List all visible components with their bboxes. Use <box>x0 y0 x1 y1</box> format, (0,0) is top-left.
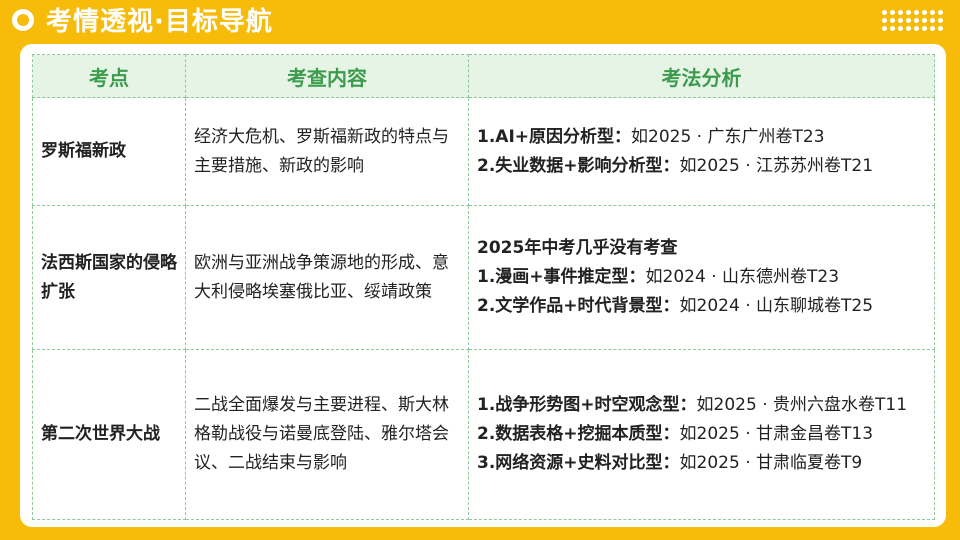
page-title: 考情透视·目标导航 <box>46 7 273 37</box>
header-content: 考查内容 <box>185 54 469 98</box>
analysis-example: 如2024 · 山东聊城卷T25 <box>679 296 874 316</box>
exam-table: 考点 考查内容 考法分析 罗斯福新政 经济大危机、罗斯福新政的特点与主要措施、新… <box>32 54 935 520</box>
analysis-note: 2025年中考几乎没有考查 <box>477 238 678 258</box>
analysis-item: 2.失业数据+影响分析型：如2025 · 江苏苏州卷T21 <box>477 152 926 181</box>
analysis-type: 3.网络资源+史料对比型： <box>477 453 680 473</box>
circle-icon <box>12 9 34 31</box>
analysis-type: 2.文学作品+时代背景型： <box>477 296 680 316</box>
header-analysis: 考法分析 <box>468 54 935 98</box>
row-content: 欧洲与亚洲战争策源地的形成、意大利侵略埃塞俄比亚、绥靖政策 <box>185 205 469 350</box>
analysis-type: 2.数据表格+挖掘本质型： <box>477 424 680 444</box>
analysis-example: 如2025 · 贵州六盘水卷T11 <box>696 395 908 415</box>
analysis-item: 1.AI+原因分析型：如2025 · 广东广州卷T23 <box>477 123 926 152</box>
row-analysis: 1.AI+原因分析型：如2025 · 广东广州卷T23 2.失业数据+影响分析型… <box>468 97 935 206</box>
analysis-type: 1.战争形势图+时空观念型： <box>477 395 697 415</box>
analysis-item: 2.数据表格+挖掘本质型：如2025 · 甘肃金昌卷T13 <box>477 420 926 449</box>
analysis-type: 1.AI+原因分析型： <box>477 126 632 147</box>
content-panel: 考点 考查内容 考法分析 罗斯福新政 经济大危机、罗斯福新政的特点与主要措施、新… <box>20 44 946 527</box>
analysis-item: 1.战争形势图+时空观念型：如2025 · 贵州六盘水卷T11 <box>477 391 926 420</box>
row-analysis: 1.战争形势图+时空观念型：如2025 · 贵州六盘水卷T11 2.数据表格+挖… <box>468 349 935 520</box>
analysis-item: 3.网络资源+史料对比型：如2025 · 甘肃临夏卷T9 <box>477 449 926 478</box>
row-point: 第二次世界大战 <box>32 349 186 520</box>
analysis-example: 如2025 · 甘肃金昌卷T13 <box>679 424 874 444</box>
row-content: 经济大危机、罗斯福新政的特点与主要措施、新政的影响 <box>185 97 469 206</box>
row-point: 罗斯福新政 <box>32 97 186 206</box>
table-row: 法西斯国家的侵略扩张 欧洲与亚洲战争策源地的形成、意大利侵略埃塞俄比亚、绥靖政策… <box>32 205 935 350</box>
analysis-example: 如2025 · 广东广州卷T23 <box>631 126 825 147</box>
dot-grid-icon <box>882 10 943 32</box>
row-point: 法西斯国家的侵略扩张 <box>32 205 186 350</box>
row-analysis: 2025年中考几乎没有考查 1.漫画+事件推定型：如2024 · 山东德州卷T2… <box>468 205 935 350</box>
table-row: 罗斯福新政 经济大危机、罗斯福新政的特点与主要措施、新政的影响 1.AI+原因分… <box>32 97 935 206</box>
table-header-row: 考点 考查内容 考法分析 <box>32 54 935 98</box>
analysis-example: 如2025 · 甘肃临夏卷T9 <box>679 453 863 473</box>
row-content: 二战全面爆发与主要进程、斯大林格勒战役与诺曼底登陆、雅尔塔会议、二战结束与影响 <box>185 349 469 520</box>
analysis-type: 2.失业数据+影响分析型： <box>477 155 680 176</box>
header-point: 考点 <box>32 54 186 98</box>
analysis-example: 如2024 · 山东德州卷T23 <box>645 267 840 287</box>
title-bar: 考情透视·目标导航 <box>0 0 960 44</box>
analysis-item: 1.漫画+事件推定型：如2024 · 山东德州卷T23 <box>477 263 926 292</box>
analysis-type: 1.漫画+事件推定型： <box>477 267 646 287</box>
analysis-item: 2.文学作品+时代背景型：如2024 · 山东聊城卷T25 <box>477 292 926 321</box>
analysis-example: 如2025 · 江苏苏州卷T21 <box>679 155 874 176</box>
table-row: 第二次世界大战 二战全面爆发与主要进程、斯大林格勒战役与诺曼底登陆、雅尔塔会议、… <box>32 349 935 520</box>
